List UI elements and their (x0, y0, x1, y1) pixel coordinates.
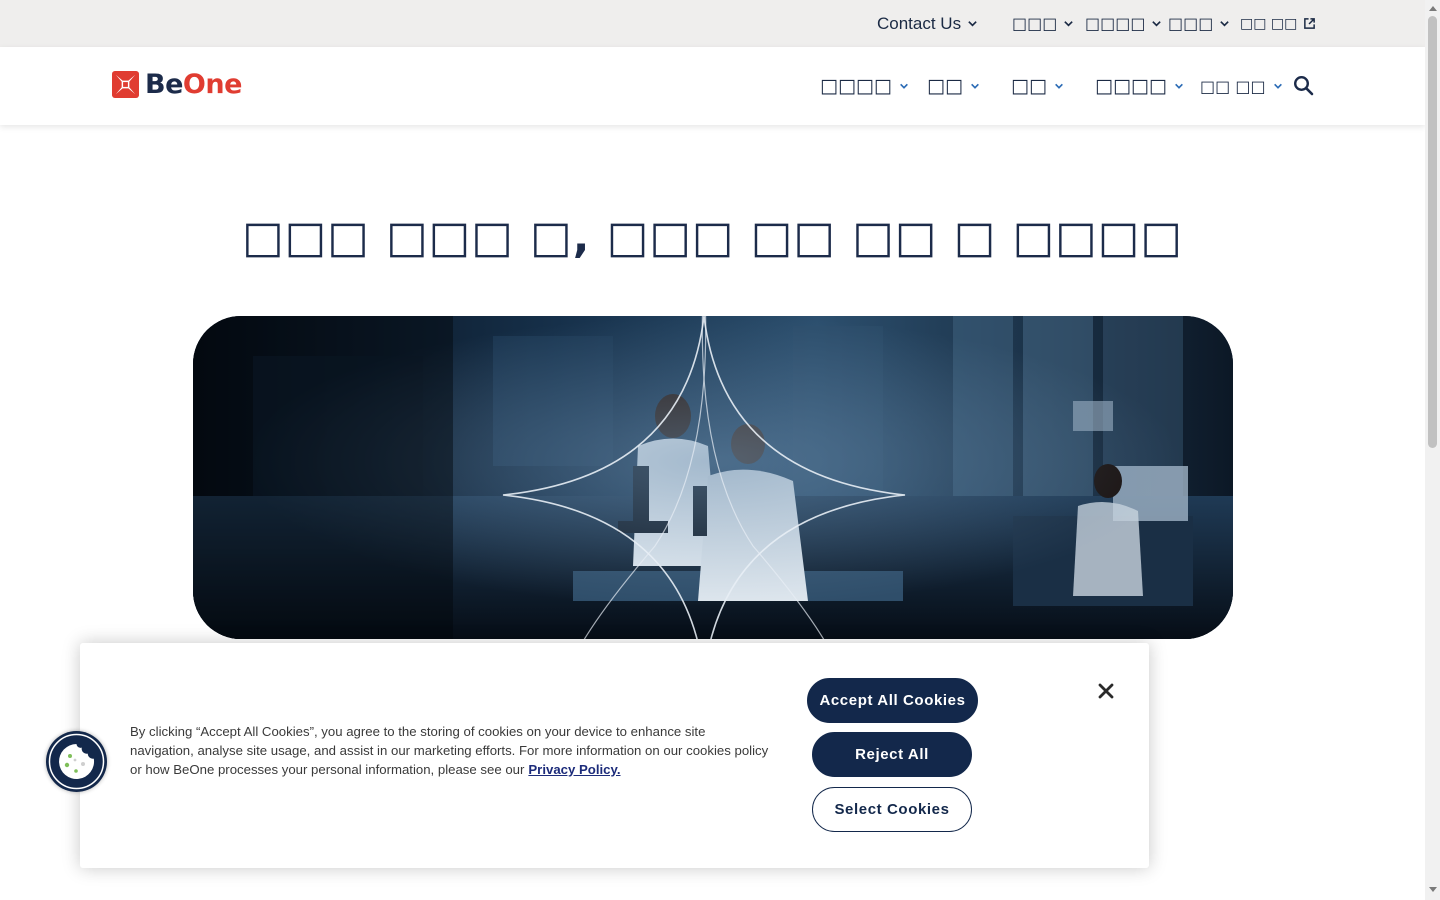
cookie-banner-body: By clicking “Accept All Cookies”, you ag… (130, 724, 769, 777)
cookie-icon (48, 733, 105, 790)
nav-item-5[interactable]: □□ □□ (1200, 47, 1283, 125)
nav-item-2[interactable]: □□ (927, 47, 980, 125)
utility-external-link-label: □□ □□ (1240, 15, 1298, 32)
cookie-settings-button[interactable] (46, 731, 107, 792)
utility-item-4[interactable]: □□□ (1168, 0, 1230, 47)
utility-item-2[interactable]: □□□ (1012, 0, 1074, 47)
nav-item-3[interactable]: □□ (1011, 47, 1064, 125)
utility-item-3-label: □□□□ (1085, 14, 1146, 33)
nav-item-4[interactable]: □□□□ (1095, 47, 1184, 125)
external-link-icon (1304, 18, 1316, 29)
logo-text-one: One (182, 69, 243, 100)
chevron-down-icon (1152, 21, 1162, 27)
reject-all-cookies-button[interactable]: Reject All (812, 732, 972, 777)
chevron-down-icon (970, 83, 979, 89)
nav-item-1-label: □□□□ (820, 75, 892, 97)
beone-logo-mark-icon (112, 71, 139, 98)
chevron-down-icon (899, 83, 908, 89)
utility-contact-us-label: Contact Us (877, 13, 962, 33)
cookie-consent-banner: By clicking “Accept All Cookies”, you ag… (80, 643, 1149, 868)
hero-lab-image (193, 316, 1233, 639)
nav-item-3-label: □□ (1011, 75, 1047, 97)
hero-title: □□□ □□□ □, □□□ □□ □□ □ □□□□ (242, 212, 1183, 263)
privacy-policy-link[interactable]: Privacy Policy. (528, 762, 620, 777)
scrollbar-thumb[interactable] (1428, 16, 1437, 448)
scroll-up-arrow-icon[interactable] (1429, 6, 1437, 11)
utility-contact-us[interactable]: Contact Us (877, 0, 978, 47)
utility-external-link[interactable]: □□ □□ (1240, 0, 1316, 47)
utility-item-2-label: □□□ (1012, 14, 1058, 33)
cookie-banner-text: By clicking “Accept All Cookies”, you ag… (130, 722, 770, 779)
utility-bar: Contact Us □□□ □□□□ □□□ □□ □□ (0, 0, 1425, 47)
logo-text-be: Be (145, 69, 183, 100)
accept-all-cookies-button[interactable]: Accept All Cookies (807, 678, 978, 723)
nav-item-4-label: □□□□ (1095, 75, 1167, 97)
chevron-down-icon (1174, 83, 1183, 89)
search-icon[interactable] (1292, 74, 1316, 98)
beone-logo[interactable]: BeOne (112, 71, 242, 98)
lab-scene-illustration (193, 316, 1233, 639)
beone-logo-text: BeOne (145, 71, 242, 98)
chevron-down-icon (1273, 83, 1282, 89)
nav-item-2-label: □□ (927, 75, 963, 97)
scroll-down-arrow-icon[interactable] (1429, 887, 1437, 892)
chevron-down-icon (968, 21, 977, 27)
main-header: BeOne □□□□ □□ □□ □□□□ □□ □□ (0, 47, 1425, 125)
chevron-down-icon (1064, 21, 1074, 27)
chevron-down-icon (1054, 83, 1063, 89)
page-scrollbar[interactable] (1425, 0, 1440, 900)
utility-item-3[interactable]: □□□□ (1085, 0, 1162, 47)
utility-item-4-label: □□□ (1168, 14, 1214, 33)
chevron-down-icon (1220, 21, 1230, 27)
nav-item-5-label: □□ □□ (1200, 76, 1266, 96)
select-cookies-button[interactable]: Select Cookies (812, 787, 972, 832)
nav-item-1[interactable]: □□□□ (820, 47, 909, 125)
close-icon[interactable] (1097, 682, 1115, 700)
